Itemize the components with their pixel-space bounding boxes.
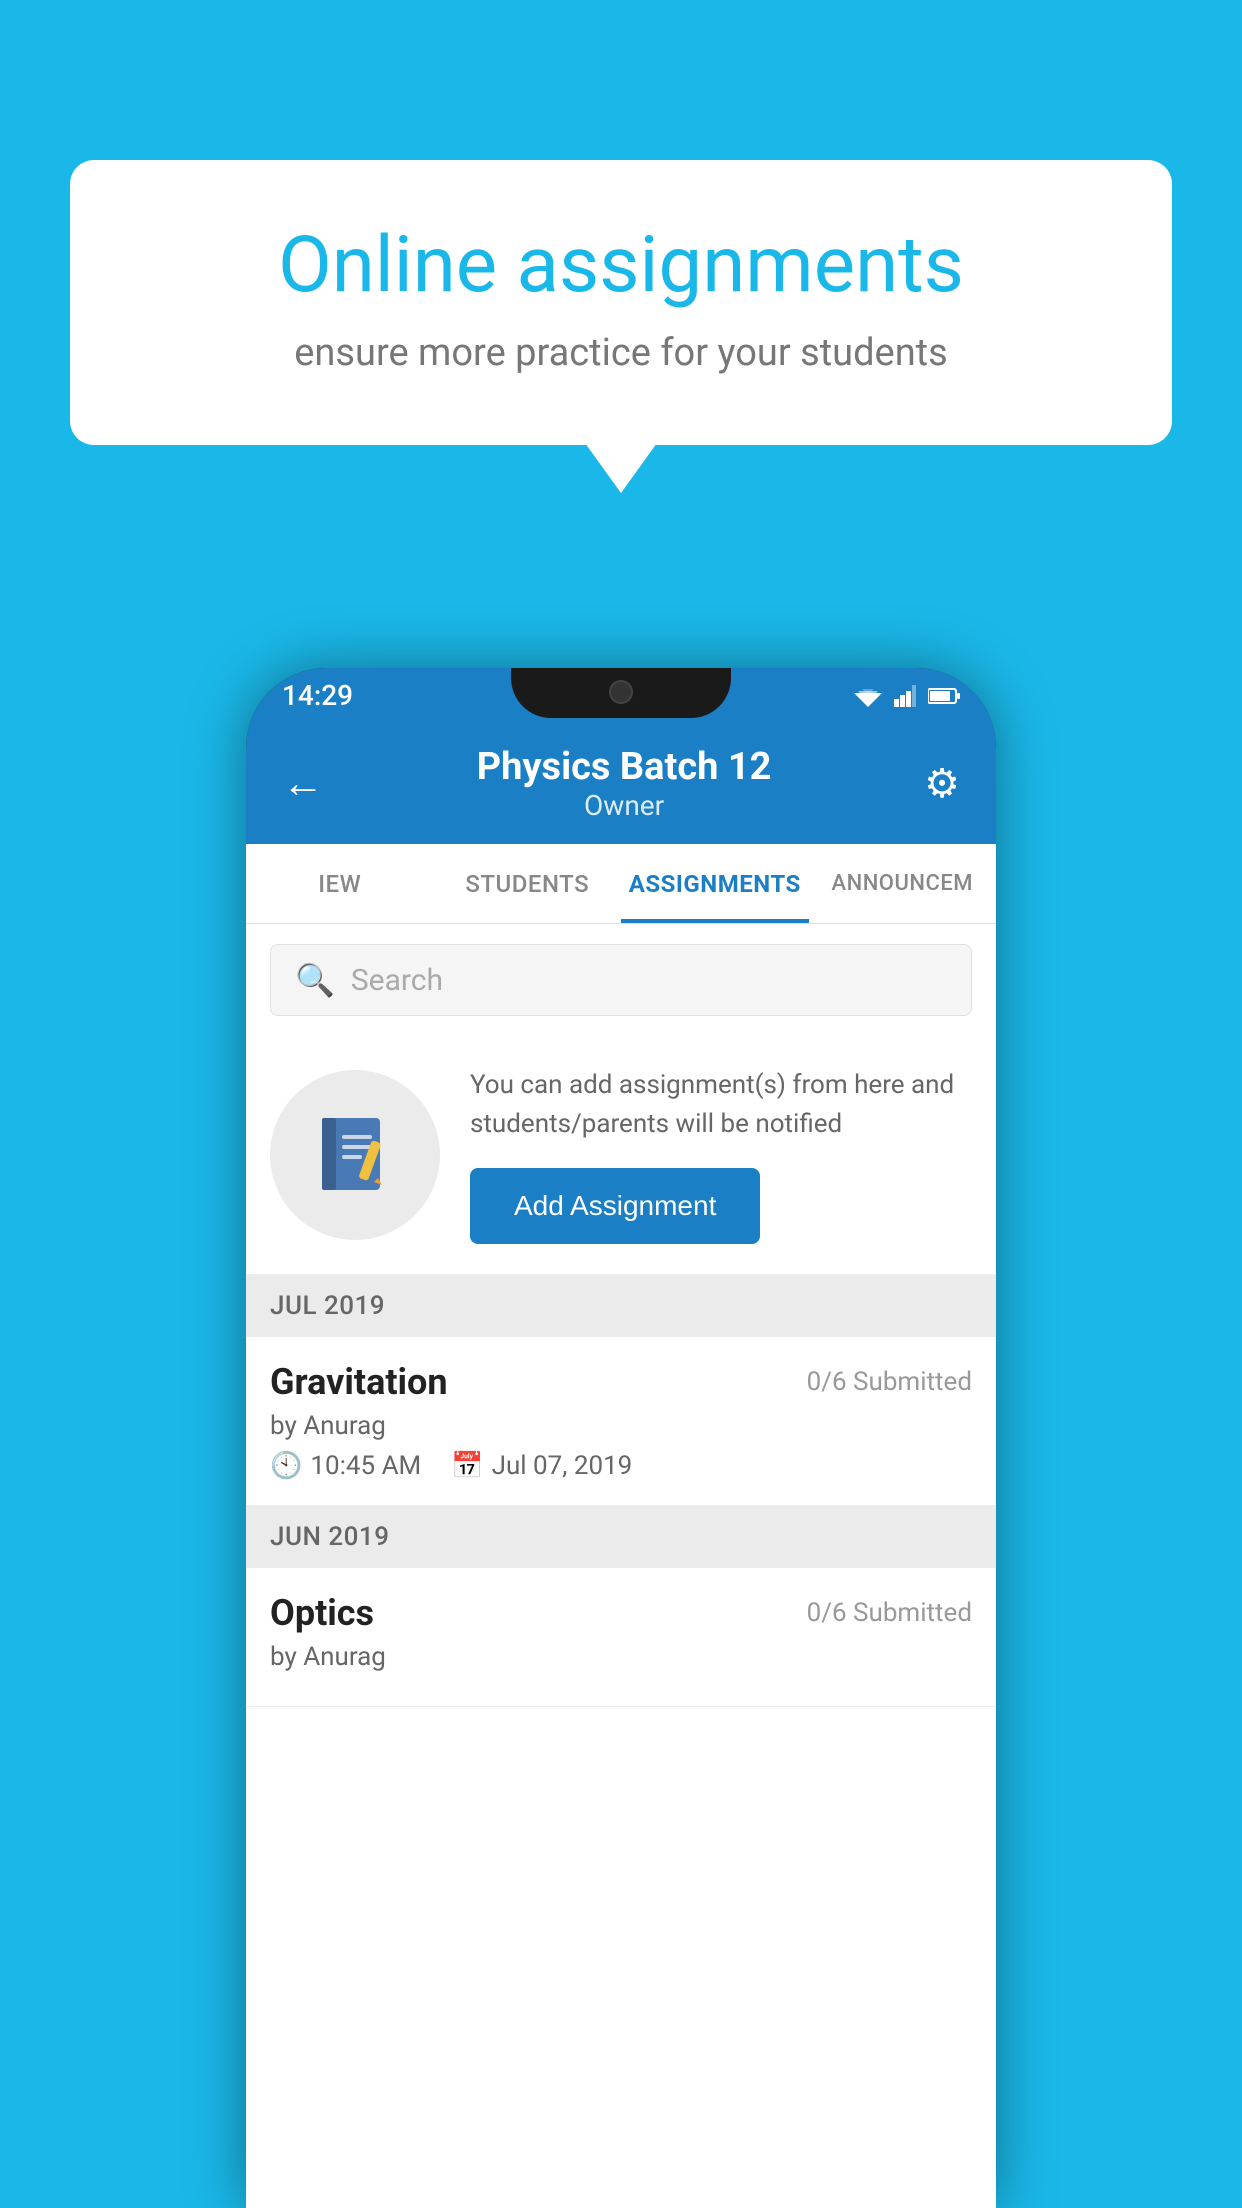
empty-state-content: You can add assignment(s) from here and … — [470, 1066, 972, 1244]
camera-icon — [609, 680, 633, 704]
assignment-gravitation-author: by Anurag — [270, 1411, 972, 1441]
assignment-gravitation-title: Gravitation — [270, 1361, 448, 1403]
add-assignment-button[interactable]: Add Assignment — [470, 1168, 760, 1244]
assignment-optics-row1: Optics 0/6 Submitted — [270, 1592, 972, 1634]
tab-overview[interactable]: IEW — [246, 844, 434, 923]
tab-students-label: STUDENTS — [465, 870, 589, 898]
tab-announcements[interactable]: ANNOUNCEM — [809, 844, 997, 923]
section-jul-2019: JUL 2019 — [246, 1275, 996, 1337]
tab-assignments-label: ASSIGNMENTS — [629, 870, 801, 898]
gear-icon[interactable]: ⚙ — [924, 760, 960, 807]
battery-icon — [928, 687, 960, 705]
section-jul-label: JUL 2019 — [270, 1291, 385, 1321]
search-placeholder: Search — [351, 963, 443, 998]
app-header: ← Physics Batch 12 Owner ⚙ — [246, 723, 996, 844]
phone-frame: 14:29 — [246, 668, 996, 2208]
assignment-optics-author: by Anurag — [270, 1642, 972, 1672]
header-title: Physics Batch 12 — [324, 745, 924, 789]
assignment-row1: Gravitation 0/6 Submitted — [270, 1361, 972, 1403]
section-jun-label: JUN 2019 — [270, 1522, 389, 1552]
tab-students[interactable]: STUDENTS — [434, 844, 622, 923]
wifi-icon — [854, 685, 882, 707]
status-time: 14:29 — [282, 679, 353, 712]
assignment-icon-circle — [270, 1070, 440, 1240]
phone-notch — [511, 668, 731, 718]
signal-icon — [894, 685, 916, 707]
search-icon: 🔍 — [295, 961, 335, 999]
assignment-optics-submitted: 0/6 Submitted — [807, 1598, 972, 1628]
calendar-icon: 📅 — [451, 1451, 483, 1481]
assignment-gravitation-submitted: 0/6 Submitted — [807, 1367, 972, 1397]
header-center: Physics Batch 12 Owner — [324, 745, 924, 822]
search-bar[interactable]: 🔍 Search — [270, 944, 972, 1016]
assignment-time: 🕙 10:45 AM — [270, 1451, 421, 1481]
header-subtitle: Owner — [324, 789, 924, 822]
bubble-subtitle: ensure more practice for your students — [150, 331, 1092, 375]
assignment-date-value: Jul 07, 2019 — [492, 1451, 633, 1481]
phone-screen: 14:29 — [246, 668, 996, 2208]
tab-assignments[interactable]: ASSIGNMENTS — [621, 844, 809, 923]
section-jun-2019: JUN 2019 — [246, 1506, 996, 1568]
clock-icon: 🕙 — [270, 1451, 302, 1481]
phone-content: 🔍 Search — [246, 924, 996, 2208]
assignment-gravitation-meta: 🕙 10:45 AM 📅 Jul 07, 2019 — [270, 1451, 972, 1481]
assignment-optics[interactable]: Optics 0/6 Submitted by Anurag — [246, 1568, 996, 1707]
bubble-title: Online assignments — [150, 220, 1092, 311]
notebook-icon — [310, 1110, 400, 1200]
assignment-gravitation[interactable]: Gravitation 0/6 Submitted by Anurag 🕙 10… — [246, 1337, 996, 1506]
empty-state: You can add assignment(s) from here and … — [246, 1036, 996, 1275]
assignment-optics-title: Optics — [270, 1592, 374, 1634]
status-icons — [854, 685, 960, 707]
speech-bubble-container: Online assignments ensure more practice … — [70, 160, 1172, 445]
tab-bar: IEW STUDENTS ASSIGNMENTS ANNOUNCEM — [246, 844, 996, 924]
back-button[interactable]: ← — [282, 759, 324, 808]
speech-bubble: Online assignments ensure more practice … — [70, 160, 1172, 445]
assignment-time-value: 10:45 AM — [310, 1451, 421, 1481]
assignment-date: 📅 Jul 07, 2019 — [451, 1451, 632, 1481]
empty-state-text: You can add assignment(s) from here and … — [470, 1066, 972, 1144]
tab-announcements-label: ANNOUNCEM — [832, 871, 974, 896]
tab-overview-label: IEW — [318, 870, 361, 898]
